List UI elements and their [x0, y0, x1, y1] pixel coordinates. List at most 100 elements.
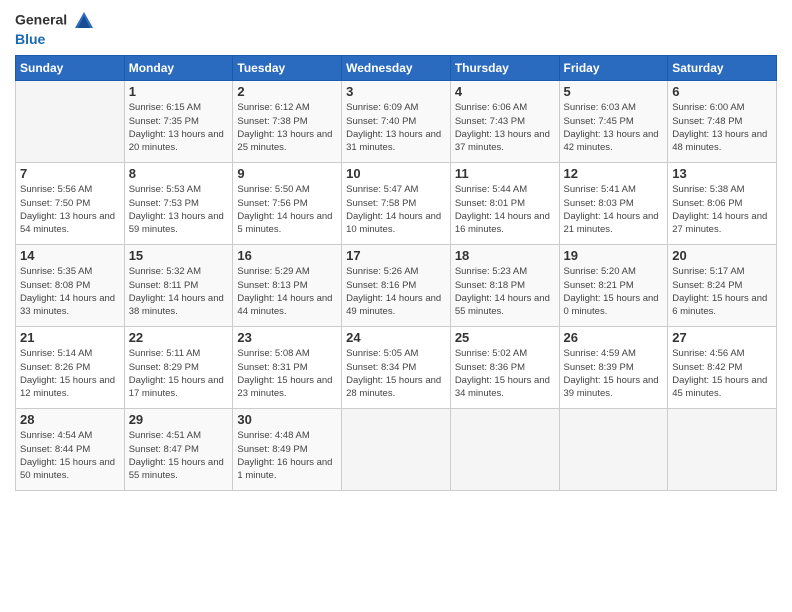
sun-info: Sunrise: 4:59 AMSunset: 8:39 PMDaylight:…	[564, 347, 664, 400]
calendar-cell: 9 Sunrise: 5:50 AMSunset: 7:56 PMDaylight…	[233, 163, 342, 245]
calendar-cell	[450, 409, 559, 491]
day-number: 6	[672, 84, 772, 99]
day-number: 3	[346, 84, 446, 99]
day-number: 29	[129, 412, 229, 427]
sun-info: Sunrise: 6:09 AMSunset: 7:40 PMDaylight:…	[346, 101, 446, 154]
sun-info: Sunrise: 5:41 AMSunset: 8:03 PMDaylight:…	[564, 183, 664, 236]
day-number: 9	[237, 166, 337, 181]
calendar-cell: 18 Sunrise: 5:23 AMSunset: 8:18 PMDayligh…	[450, 245, 559, 327]
sun-info: Sunrise: 5:53 AMSunset: 7:53 PMDaylight:…	[129, 183, 229, 236]
calendar-cell	[559, 409, 668, 491]
day-number: 24	[346, 330, 446, 345]
sun-info: Sunrise: 4:56 AMSunset: 8:42 PMDaylight:…	[672, 347, 772, 400]
calendar-cell	[16, 81, 125, 163]
sun-info: Sunrise: 4:54 AMSunset: 8:44 PMDaylight:…	[20, 429, 120, 482]
logo-text: General Blue	[15, 10, 95, 47]
day-number: 5	[564, 84, 664, 99]
sun-info: Sunrise: 5:02 AMSunset: 8:36 PMDaylight:…	[455, 347, 555, 400]
sun-info: Sunrise: 4:51 AMSunset: 8:47 PMDaylight:…	[129, 429, 229, 482]
logo: General Blue	[15, 10, 95, 47]
calendar-cell: 20 Sunrise: 5:17 AMSunset: 8:24 PMDayligh…	[668, 245, 777, 327]
calendar-cell: 3 Sunrise: 6:09 AMSunset: 7:40 PMDaylight…	[342, 81, 451, 163]
calendar-cell: 11 Sunrise: 5:44 AMSunset: 8:01 PMDayligh…	[450, 163, 559, 245]
day-number: 23	[237, 330, 337, 345]
day-number: 12	[564, 166, 664, 181]
calendar-cell: 23 Sunrise: 5:08 AMSunset: 8:31 PMDayligh…	[233, 327, 342, 409]
sun-info: Sunrise: 5:32 AMSunset: 8:11 PMDaylight:…	[129, 265, 229, 318]
header-wednesday: Wednesday	[342, 56, 451, 81]
calendar-cell: 27 Sunrise: 4:56 AMSunset: 8:42 PMDayligh…	[668, 327, 777, 409]
sun-info: Sunrise: 5:56 AMSunset: 7:50 PMDaylight:…	[20, 183, 120, 236]
sun-info: Sunrise: 6:12 AMSunset: 7:38 PMDaylight:…	[237, 101, 337, 154]
calendar-cell: 17 Sunrise: 5:26 AMSunset: 8:16 PMDayligh…	[342, 245, 451, 327]
calendar-cell: 28 Sunrise: 4:54 AMSunset: 8:44 PMDayligh…	[16, 409, 125, 491]
calendar-cell: 12 Sunrise: 5:41 AMSunset: 8:03 PMDayligh…	[559, 163, 668, 245]
calendar-cell: 22 Sunrise: 5:11 AMSunset: 8:29 PMDayligh…	[124, 327, 233, 409]
page: General Blue Sunday Monday Tuesday Wedne…	[0, 0, 792, 612]
calendar-cell: 1Sunrise: 6:15 AMSunset: 7:35 PMDaylight…	[124, 81, 233, 163]
day-number: 22	[129, 330, 229, 345]
calendar-cell: 25 Sunrise: 5:02 AMSunset: 8:36 PMDayligh…	[450, 327, 559, 409]
day-number: 10	[346, 166, 446, 181]
day-number: 15	[129, 248, 229, 263]
day-number: 16	[237, 248, 337, 263]
calendar-cell: 26Sunrise: 4:59 AMSunset: 8:39 PMDayligh…	[559, 327, 668, 409]
logo-line2: Blue	[15, 32, 95, 47]
header-saturday: Saturday	[668, 56, 777, 81]
calendar-cell: 7 Sunrise: 5:56 AMSunset: 7:50 PMDaylight…	[16, 163, 125, 245]
calendar-cell: 14Sunrise: 5:35 AMSunset: 8:08 PMDayligh…	[16, 245, 125, 327]
day-number: 28	[20, 412, 120, 427]
sun-info: Sunrise: 5:44 AMSunset: 8:01 PMDaylight:…	[455, 183, 555, 236]
sun-info: Sunrise: 5:20 AMSunset: 8:21 PMDaylight:…	[564, 265, 664, 318]
calendar-cell	[342, 409, 451, 491]
sun-info: Sunrise: 5:08 AMSunset: 8:31 PMDaylight:…	[237, 347, 337, 400]
calendar-cell: 2 Sunrise: 6:12 AMSunset: 7:38 PMDaylight…	[233, 81, 342, 163]
logo-icon	[73, 10, 95, 32]
sun-info: Sunrise: 5:23 AMSunset: 8:18 PMDaylight:…	[455, 265, 555, 318]
day-number: 20	[672, 248, 772, 263]
calendar-week-row: 14Sunrise: 5:35 AMSunset: 8:08 PMDayligh…	[16, 245, 777, 327]
calendar-cell: 16 Sunrise: 5:29 AMSunset: 8:13 PMDayligh…	[233, 245, 342, 327]
day-number: 18	[455, 248, 555, 263]
day-number: 11	[455, 166, 555, 181]
day-number: 8	[129, 166, 229, 181]
calendar-cell: 21Sunrise: 5:14 AMSunset: 8:26 PMDayligh…	[16, 327, 125, 409]
day-number: 7	[20, 166, 120, 181]
sun-info: Sunrise: 6:15 AMSunset: 7:35 PMDaylight:…	[129, 101, 229, 154]
day-number: 17	[346, 248, 446, 263]
header-sunday: Sunday	[16, 56, 125, 81]
sun-info: Sunrise: 5:17 AMSunset: 8:24 PMDaylight:…	[672, 265, 772, 318]
day-number: 13	[672, 166, 772, 181]
sun-info: Sunrise: 4:48 AMSunset: 8:49 PMDaylight:…	[237, 429, 337, 482]
sun-info: Sunrise: 6:06 AMSunset: 7:43 PMDaylight:…	[455, 101, 555, 154]
logo-line1: General	[15, 10, 95, 32]
calendar-cell: 30 Sunrise: 4:48 AMSunset: 8:49 PMDayligh…	[233, 409, 342, 491]
sun-info: Sunrise: 6:03 AMSunset: 7:45 PMDaylight:…	[564, 101, 664, 154]
header-friday: Friday	[559, 56, 668, 81]
calendar-header: Sunday Monday Tuesday Wednesday Thursday…	[16, 56, 777, 81]
calendar-cell: 10Sunrise: 5:47 AMSunset: 7:58 PMDayligh…	[342, 163, 451, 245]
calendar-cell: 6 Sunrise: 6:00 AMSunset: 7:48 PMDaylight…	[668, 81, 777, 163]
sun-info: Sunrise: 5:11 AMSunset: 8:29 PMDaylight:…	[129, 347, 229, 400]
weekday-row: Sunday Monday Tuesday Wednesday Thursday…	[16, 56, 777, 81]
calendar-cell: 13Sunrise: 5:38 AMSunset: 8:06 PMDayligh…	[668, 163, 777, 245]
calendar-week-row: 28 Sunrise: 4:54 AMSunset: 8:44 PMDayligh…	[16, 409, 777, 491]
sun-info: Sunrise: 5:50 AMSunset: 7:56 PMDaylight:…	[237, 183, 337, 236]
sun-info: Sunrise: 6:00 AMSunset: 7:48 PMDaylight:…	[672, 101, 772, 154]
sun-info: Sunrise: 5:26 AMSunset: 8:16 PMDaylight:…	[346, 265, 446, 318]
calendar-cell: 15 Sunrise: 5:32 AMSunset: 8:11 PMDayligh…	[124, 245, 233, 327]
day-number: 27	[672, 330, 772, 345]
day-number: 25	[455, 330, 555, 345]
header-thursday: Thursday	[450, 56, 559, 81]
calendar-table: Sunday Monday Tuesday Wednesday Thursday…	[15, 55, 777, 491]
sun-info: Sunrise: 5:05 AMSunset: 8:34 PMDaylight:…	[346, 347, 446, 400]
day-number: 2	[237, 84, 337, 99]
day-number: 4	[455, 84, 555, 99]
sun-info: Sunrise: 5:29 AMSunset: 8:13 PMDaylight:…	[237, 265, 337, 318]
header-monday: Monday	[124, 56, 233, 81]
sun-info: Sunrise: 5:14 AMSunset: 8:26 PMDaylight:…	[20, 347, 120, 400]
calendar-week-row: 7 Sunrise: 5:56 AMSunset: 7:50 PMDaylight…	[16, 163, 777, 245]
calendar-cell: 24 Sunrise: 5:05 AMSunset: 8:34 PMDayligh…	[342, 327, 451, 409]
day-number: 30	[237, 412, 337, 427]
calendar-week-row: 21Sunrise: 5:14 AMSunset: 8:26 PMDayligh…	[16, 327, 777, 409]
